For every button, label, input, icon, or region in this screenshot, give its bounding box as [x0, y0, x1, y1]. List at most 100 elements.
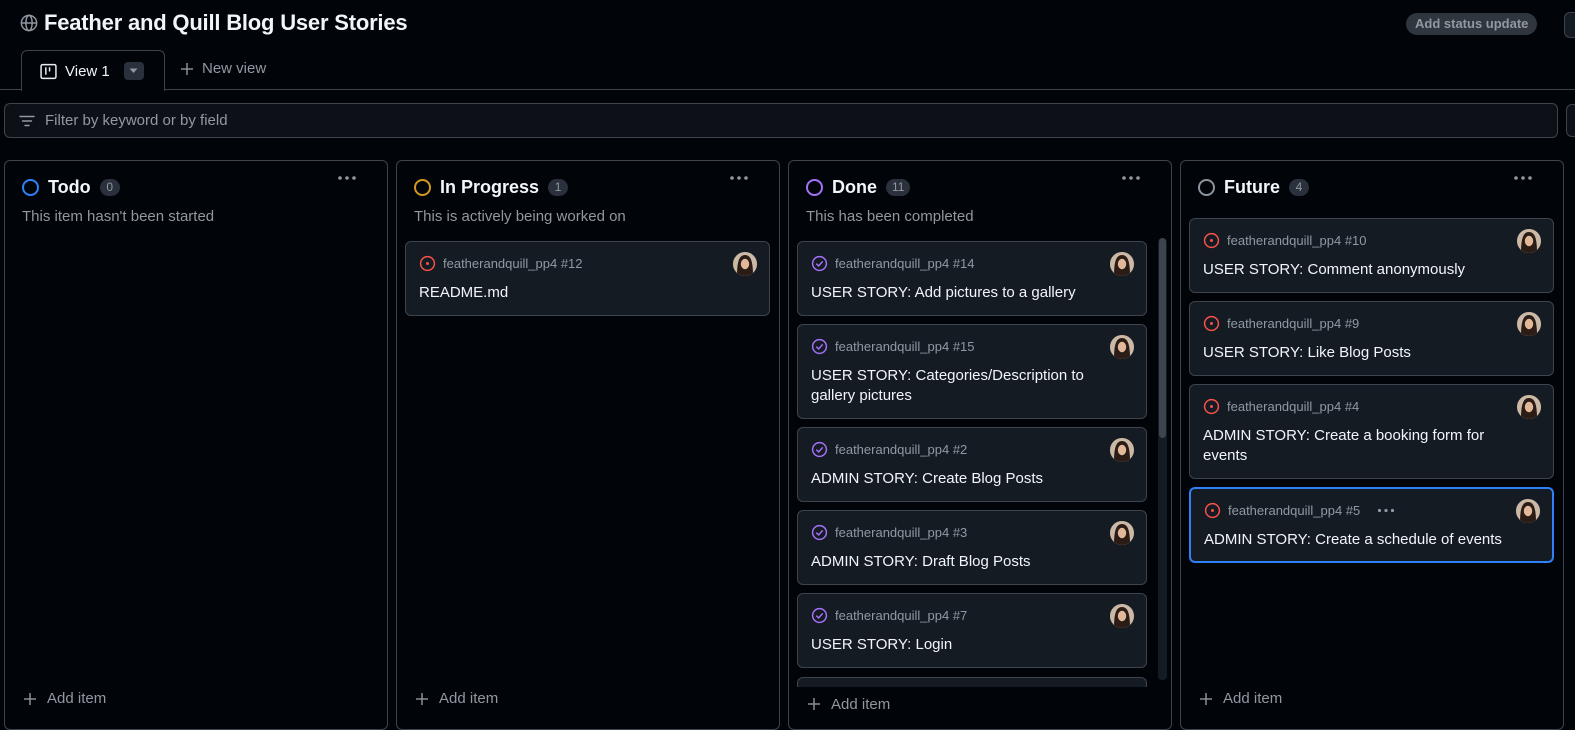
- issue-card[interactable]: featherandquill_pp4 #15 USER STORY: Cate…: [797, 324, 1147, 419]
- card-title[interactable]: USER STORY: Login: [811, 635, 1118, 655]
- card-title[interactable]: ADMIN STORY: Create a schedule of events: [1204, 530, 1524, 550]
- tabs-divider: [0, 89, 1575, 90]
- issue-card[interactable]: featherandquill_pp4 #2 ADMIN STORY: Crea…: [797, 427, 1147, 502]
- card-meta: featherandquill_pp4 #12: [419, 255, 583, 272]
- issue-card[interactable]: featherandquill_pp4 #12 README.md: [405, 241, 770, 316]
- column-todo: Todo 0 This item hasn't been started Add…: [4, 160, 388, 730]
- closed-issue-icon: [811, 255, 828, 272]
- add-item-label: Add item: [1223, 690, 1283, 707]
- open-issue-icon: [1203, 232, 1220, 249]
- open-issue-icon: [1203, 315, 1220, 332]
- column-scrollbar[interactable]: [1158, 238, 1167, 680]
- card-meta: featherandquill_pp4 #15: [811, 338, 975, 355]
- avatar: [1110, 604, 1134, 628]
- card-title[interactable]: USER STORY: Like Blog Posts: [1203, 343, 1525, 363]
- add-item-button[interactable]: Add item: [23, 690, 106, 707]
- more-options-icon[interactable]: [1121, 175, 1141, 181]
- more-options-icon[interactable]: [1513, 175, 1533, 181]
- column-done: Done 11 This has been completed feathera…: [788, 160, 1172, 730]
- plus-icon: [181, 62, 193, 75]
- card-title[interactable]: ADMIN STORY: Create a booking form for e…: [1203, 426, 1525, 466]
- column-description: This has been completed: [806, 208, 974, 225]
- card-title[interactable]: README.md: [419, 283, 741, 303]
- card-meta: featherandquill_pp4 #10: [1203, 232, 1367, 249]
- column-in-progress: In Progress 1 This is actively being wor…: [396, 160, 780, 730]
- open-issue-icon: [419, 255, 436, 272]
- issue-card[interactable]: featherandquill_pp4 #10 USER STORY: Comm…: [1189, 218, 1554, 293]
- card-ref: featherandquill_pp4 #9: [1227, 316, 1360, 331]
- status-circle-icon: [806, 179, 823, 196]
- avatar: [1517, 312, 1541, 336]
- avatar: [1516, 499, 1540, 523]
- card-ref: featherandquill_pp4 #10: [1227, 233, 1367, 248]
- issue-card[interactable]: featherandquill_pp4 #3 ADMIN STORY: Draf…: [797, 510, 1147, 585]
- column-name: Done: [832, 177, 877, 197]
- filter-icon: [19, 115, 35, 126]
- avatar: [1110, 252, 1134, 276]
- scrollbar-thumb[interactable]: [1159, 238, 1166, 438]
- card-ref: featherandquill_pp4 #5: [1228, 503, 1361, 518]
- chevron-down-icon: [129, 68, 138, 73]
- add-status-update-button[interactable]: Add status update: [1406, 13, 1538, 35]
- card-more-icon[interactable]: [1377, 508, 1395, 513]
- plus-icon: [1200, 692, 1212, 705]
- globe-icon: [20, 14, 38, 32]
- card-meta: featherandquill_pp4 #5: [1204, 502, 1395, 519]
- closed-issue-icon: [811, 607, 828, 624]
- add-item-button[interactable]: Add item: [807, 691, 1147, 717]
- issue-card[interactable]: featherandquill_pp4 #14 USER STORY: Add …: [797, 241, 1147, 316]
- card-ref: featherandquill_pp4 #4: [1227, 399, 1360, 414]
- project-header: Feather and Quill Blog User Stories Add …: [0, 0, 1575, 91]
- new-view-button[interactable]: New view: [180, 60, 266, 77]
- status-circle-icon: [22, 179, 39, 196]
- issue-card-partial[interactable]: [797, 677, 1147, 687]
- status-circle-icon: [1198, 179, 1215, 196]
- column-header: Todo 0: [22, 177, 120, 198]
- column-header: In Progress 1: [414, 177, 569, 198]
- card-meta: featherandquill_pp4 #9: [1203, 315, 1359, 332]
- card-meta: featherandquill_pp4 #2: [811, 441, 967, 458]
- add-item-label: Add item: [47, 690, 107, 707]
- avatar: [1517, 395, 1541, 419]
- column-description: This item hasn't been started: [22, 208, 215, 225]
- card-meta: featherandquill_pp4 #7: [811, 607, 967, 624]
- card-title[interactable]: ADMIN STORY: Create Blog Posts: [811, 469, 1118, 489]
- tab-view-1[interactable]: View 1: [21, 50, 165, 91]
- closed-issue-icon: [811, 524, 828, 541]
- issue-card[interactable]: featherandquill_pp4 #7 USER STORY: Login: [797, 593, 1147, 668]
- card-meta: featherandquill_pp4 #3: [811, 524, 967, 541]
- view-options-button[interactable]: [123, 62, 144, 80]
- card-title[interactable]: USER STORY: Categories/Description to ga…: [811, 366, 1118, 406]
- add-item-label: Add item: [439, 690, 499, 707]
- card-ref: featherandquill_pp4 #7: [835, 608, 968, 623]
- filter-input[interactable]: [45, 112, 1445, 129]
- column-header: Done 11: [806, 177, 911, 198]
- issue-card-selected[interactable]: featherandquill_pp4 #5 ADMIN STORY: Crea…: [1189, 487, 1554, 563]
- card-ref: featherandquill_pp4 #3: [835, 525, 968, 540]
- filter-bar: [4, 103, 1558, 138]
- new-view-label: New view: [202, 60, 267, 77]
- card-title[interactable]: USER STORY: Add pictures to a gallery: [811, 283, 1118, 303]
- plus-icon: [416, 692, 428, 705]
- filter-overflow-button[interactable]: [1566, 104, 1575, 137]
- column-count: 0: [99, 179, 120, 196]
- header-overflow-button[interactable]: [1564, 12, 1575, 38]
- title-row: Feather and Quill Blog User Stories: [20, 10, 408, 36]
- board-icon: [40, 63, 57, 79]
- card-ref: featherandquill_pp4 #15: [835, 339, 975, 354]
- avatar: [1110, 438, 1134, 462]
- issue-card[interactable]: featherandquill_pp4 #9 USER STORY: Like …: [1189, 301, 1554, 376]
- add-item-button[interactable]: Add item: [415, 690, 498, 707]
- column-name: In Progress: [440, 177, 540, 197]
- card-title[interactable]: USER STORY: Comment anonymously: [1203, 260, 1525, 280]
- add-item-button[interactable]: Add item: [1199, 690, 1282, 707]
- issue-card[interactable]: featherandquill_pp4 #4 ADMIN STORY: Crea…: [1189, 384, 1554, 479]
- card-title[interactable]: ADMIN STORY: Draft Blog Posts: [811, 552, 1118, 572]
- card-meta: featherandquill_pp4 #4: [1203, 398, 1359, 415]
- column-count: 4: [1289, 179, 1309, 196]
- more-options-icon[interactable]: [337, 175, 357, 181]
- more-options-icon[interactable]: [729, 175, 749, 181]
- plus-icon: [24, 692, 36, 705]
- column-header: Future 4: [1198, 177, 1309, 198]
- avatar: [1517, 229, 1541, 253]
